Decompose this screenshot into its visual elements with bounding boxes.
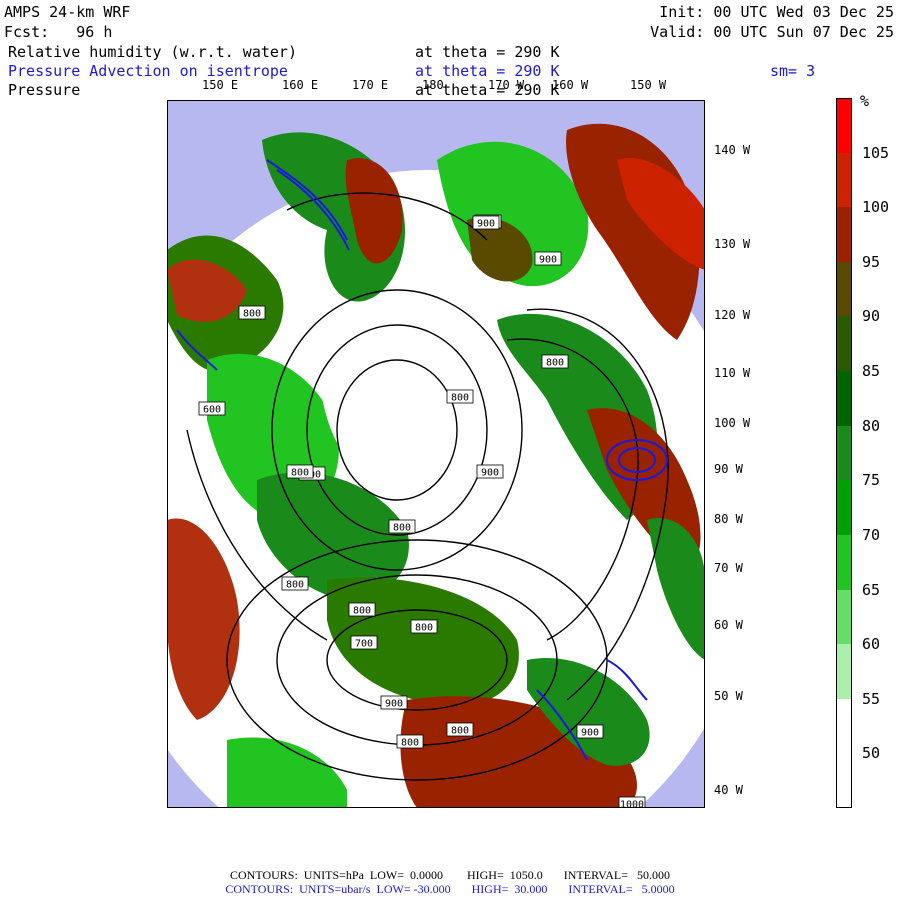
colorbar-unit: %: [860, 92, 870, 110]
init-time: Init: 00 UTC Wed 03 Dec 25: [659, 3, 894, 21]
footer-contours-advection: CONTOURS: UNITS=ubar/s LOW= -30.000 HIGH…: [225, 882, 675, 896]
smoothing-label: sm= 3: [770, 62, 816, 80]
colorbar-segment: [836, 316, 852, 372]
longitude-label-right: 80 W: [714, 512, 743, 526]
longitude-label-right: 100 W: [714, 416, 751, 430]
colorbar-segment: [836, 644, 852, 699]
pressure-label: 600: [203, 405, 221, 416]
pressure-label: 1000: [620, 800, 644, 809]
model-title: AMPS 24-km WRF: [4, 3, 131, 21]
forecast-label-text: Fcst:: [4, 23, 50, 41]
pressure-label: 700: [355, 639, 373, 650]
pressure-label: 900: [581, 728, 599, 739]
colorbar-segment: [836, 152, 852, 208]
longitude-label-right: 70 W: [714, 561, 743, 575]
colorbar-segment: [836, 534, 852, 590]
pressure-label: 800: [393, 523, 411, 534]
colorbar-label: 90: [862, 307, 881, 326]
field-1-level: at theta = 290 K: [415, 43, 560, 61]
forecast-hours: 96 h: [76, 23, 113, 41]
pressure-label: 800: [401, 738, 419, 749]
colorbar-label: 55: [862, 689, 881, 708]
pressure-label: 800: [451, 393, 469, 404]
pressure-label: 900: [481, 468, 499, 479]
colorbar-segment: [836, 98, 852, 153]
longitude-label-top: 170 W: [488, 78, 525, 92]
pressure-label: 800: [286, 580, 304, 591]
longitude-label-top: 150 W: [630, 78, 667, 92]
colorbar-label: 65: [862, 580, 881, 599]
longitude-label-right: 120 W: [714, 308, 751, 322]
colorbar-segment: [836, 261, 852, 317]
colorbar-segment: [836, 425, 852, 481]
colorbar-label: 95: [862, 252, 881, 271]
pressure-label: 900: [385, 699, 403, 710]
colorbar-segment: [836, 371, 852, 426]
field-2-label: Pressure Advection on isentrope: [8, 62, 288, 80]
colorbar-segment: [836, 698, 852, 754]
longitude-label-right: 60 W: [714, 618, 743, 632]
pressure-label: 900: [477, 219, 495, 230]
colorbar-label: 105: [862, 143, 890, 162]
longitude-label-top: 170 E: [352, 78, 389, 92]
longitude-label-top: 160 W: [552, 78, 589, 92]
longitude-label-right: 140 W: [714, 143, 751, 157]
longitude-label-right: 130 W: [714, 237, 751, 251]
colorbar-segment: [836, 480, 852, 535]
longitude-label-top: 160 E: [282, 78, 319, 92]
colorbar-label: 80: [862, 416, 881, 435]
pressure-label: 800: [353, 606, 371, 617]
field-3-label: Pressure: [8, 81, 81, 99]
colorbar-label: 70: [862, 525, 881, 544]
colorbar-segment: [836, 589, 852, 645]
longitude-label-right: 110 W: [714, 366, 751, 380]
pressure-label: 900: [539, 255, 557, 266]
colorbar-label: 50: [862, 744, 881, 763]
pressure-label: 800: [243, 309, 261, 320]
colorbar-label: 75: [862, 471, 881, 490]
footer-contours-pressure: CONTOURS: UNITS=hPa LOW= 0.0000 HIGH= 10…: [230, 868, 670, 882]
forecast-label: Fcst: 96 h: [4, 23, 112, 41]
longitude-label-top: 150 E: [202, 78, 239, 92]
field-1-label: Relative humidity (w.r.t. water): [8, 43, 297, 61]
pressure-label: 800: [451, 726, 469, 737]
pressure-label: 800: [546, 358, 564, 369]
pressure-label: 800: [291, 468, 309, 479]
colorbar: [836, 98, 852, 808]
longitude-label-right: 50 W: [714, 689, 743, 703]
colorbar-segment: [836, 753, 852, 808]
colorbar-label: 100: [862, 198, 890, 217]
longitude-label-right: 40 W: [714, 783, 743, 797]
valid-time: Valid: 00 UTC Sun 07 Dec 25: [650, 23, 894, 41]
colorbar-label: 85: [862, 362, 881, 381]
map-panel: 900 900 900 800 800 800 800 800 700 800 900 600 800 8…: [167, 100, 705, 808]
colorbar-label: 60: [862, 635, 881, 654]
longitude-label-top: 180: [422, 78, 444, 92]
longitude-label-right: 90 W: [714, 462, 743, 476]
pressure-label: 800: [415, 623, 433, 634]
colorbar-segment: [836, 207, 852, 262]
